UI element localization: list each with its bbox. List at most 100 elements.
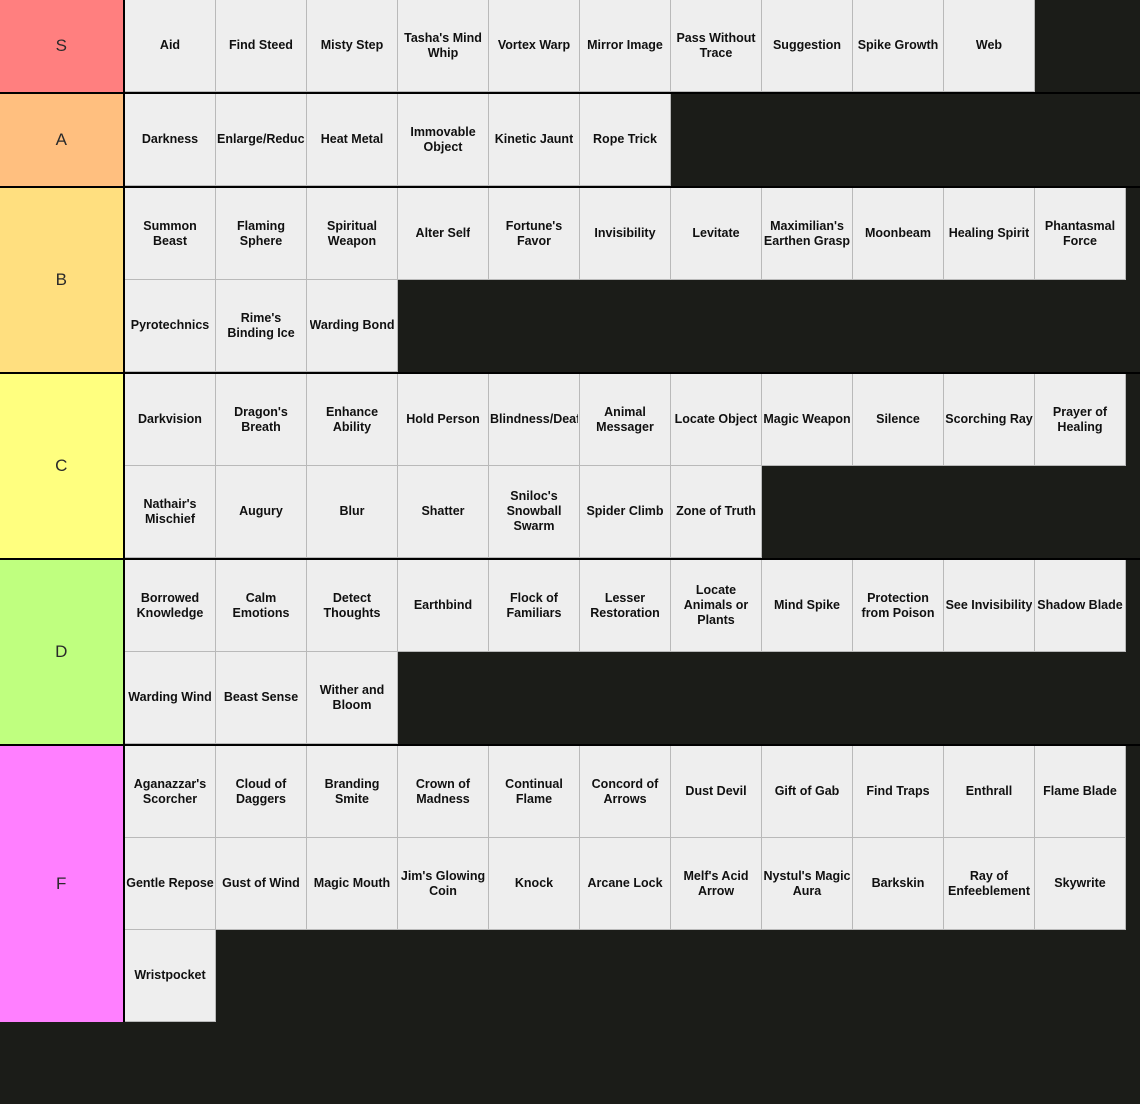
tier-item[interactable]: Rime's Binding Ice <box>216 280 307 372</box>
tier-item[interactable]: Rope Trick <box>580 94 671 186</box>
tier-item[interactable]: Silence <box>853 374 944 466</box>
tier-item[interactable]: Protection from Poison <box>853 560 944 652</box>
tier-item-label: Nathair's Mischief <box>143 496 197 526</box>
tier-item[interactable]: Misty Step <box>307 0 398 92</box>
tier-item[interactable]: Gift of Gab <box>762 746 853 838</box>
tier-item[interactable]: Summon Beast <box>125 188 216 280</box>
tier-item[interactable]: Immovable Object <box>398 94 489 186</box>
tier-item[interactable]: Healing Spirit <box>944 188 1035 280</box>
tier-item[interactable]: Darkness <box>125 94 216 186</box>
tier-item[interactable]: Magic Weapon <box>762 374 853 466</box>
tier-item[interactable]: Scorching Ray <box>944 374 1035 466</box>
tier-label-b[interactable]: B <box>0 188 125 372</box>
tier-item[interactable]: Kinetic Jaunt <box>489 94 580 186</box>
tier-item[interactable]: Knock <box>489 838 580 930</box>
tier-item[interactable]: Jim's Glowing Coin <box>398 838 489 930</box>
tier-item[interactable]: Warding Bond <box>307 280 398 372</box>
tier-item-label: Magic Weapon <box>763 412 851 427</box>
tier-item[interactable]: Augury <box>216 466 307 558</box>
tier-item[interactable]: Sniloc's Snowball Swarm <box>489 466 580 558</box>
tier-item[interactable]: See Invisibility <box>944 560 1035 652</box>
tier-item[interactable]: Beast Sense <box>216 652 307 744</box>
tier-item-label: Aganazzar's Scorcher <box>133 776 207 806</box>
tier-item[interactable]: Continual Flame <box>489 746 580 838</box>
tier-item[interactable]: Skywrite <box>1035 838 1126 930</box>
tier-label-d[interactable]: D <box>0 560 125 744</box>
tier-item[interactable]: Enlarge/Reduce <box>216 94 307 186</box>
tier-item[interactable]: Heat Metal <box>307 94 398 186</box>
tier-item[interactable]: Tasha's Mind Whip <box>398 0 489 92</box>
tier-item[interactable]: Pass Without Trace <box>671 0 762 92</box>
tier-item[interactable]: Darkvision <box>125 374 216 466</box>
tier-item[interactable]: Spike Growth <box>853 0 944 92</box>
tier-item[interactable]: Enthrall <box>944 746 1035 838</box>
tier-item[interactable]: Lesser Restoration <box>580 560 671 652</box>
tier-item[interactable]: Find Steed <box>216 0 307 92</box>
tier-item-label: Animal Messager <box>596 404 654 434</box>
tier-item[interactable]: Dust Devil <box>671 746 762 838</box>
tier-item[interactable]: Detect Thoughts <box>307 560 398 652</box>
tier-item[interactable]: Earthbind <box>398 560 489 652</box>
tier-item[interactable]: Calm Emotions <box>216 560 307 652</box>
tier-item[interactable]: Animal Messager <box>580 374 671 466</box>
tier-item[interactable]: Alter Self <box>398 188 489 280</box>
tier-item[interactable]: Concord of Arrows <box>580 746 671 838</box>
tier-item[interactable]: Hold Person <box>398 374 489 466</box>
tier-item[interactable]: Gentle Repose <box>125 838 216 930</box>
tier-item[interactable]: Cloud of Daggers <box>216 746 307 838</box>
tier-item[interactable]: Nystul's Magic Aura <box>762 838 853 930</box>
tier-item[interactable]: Aid <box>125 0 216 92</box>
tier-item[interactable]: Wither and Bloom <box>307 652 398 744</box>
tier-item[interactable]: Find Traps <box>853 746 944 838</box>
tier-item[interactable]: Gust of Wind <box>216 838 307 930</box>
tier-item[interactable]: Flame Blade <box>1035 746 1126 838</box>
tier-item[interactable]: Invisibility <box>580 188 671 280</box>
tier-item[interactable]: Locate Animals or Plants <box>671 560 762 652</box>
tier-item[interactable]: Pyrotechnics <box>125 280 216 372</box>
tier-item[interactable]: Levitate <box>671 188 762 280</box>
tier-label-s[interactable]: S <box>0 0 125 92</box>
tier-item[interactable]: Dragon's Breath <box>216 374 307 466</box>
tier-item[interactable]: Crown of Madness <box>398 746 489 838</box>
tier-item[interactable]: Phantasmal Force <box>1035 188 1126 280</box>
tier-item-label: Misty Step <box>320 38 384 53</box>
tier-item[interactable]: Arcane Lock <box>580 838 671 930</box>
tier-item[interactable]: Branding Smite <box>307 746 398 838</box>
tier-label-f[interactable]: F <box>0 746 125 1022</box>
tier-item[interactable]: Moonbeam <box>853 188 944 280</box>
tier-item[interactable]: Maximilian's Earthen Grasp <box>762 188 853 280</box>
tier-item[interactable]: Suggestion <box>762 0 853 92</box>
tier-item[interactable]: Zone of Truth <box>671 466 762 558</box>
tier-item-label: Dragon's Breath <box>234 404 288 434</box>
tier-item[interactable]: Shatter <box>398 466 489 558</box>
tier-item-label: Phantasmal Force <box>1044 218 1116 248</box>
tier-item[interactable]: Mirror Image <box>580 0 671 92</box>
tier-item-label: Gust of Wind <box>222 876 300 891</box>
tier-item[interactable]: Flaming Sphere <box>216 188 307 280</box>
tier-item[interactable]: Magic Mouth <box>307 838 398 930</box>
tier-item[interactable]: Web <box>944 0 1035 92</box>
tier-item[interactable]: Spider Climb <box>580 466 671 558</box>
tier-item[interactable]: Warding Wind <box>125 652 216 744</box>
tier-item[interactable]: Vortex Warp <box>489 0 580 92</box>
tier-label-c[interactable]: C <box>0 374 125 558</box>
tier-item[interactable]: Wristpocket <box>125 930 216 1022</box>
tier-item-label: Protection from Poison <box>861 590 935 620</box>
tier-item[interactable]: Blindness/Deafness <box>489 374 580 466</box>
tier-item[interactable]: Locate Object <box>671 374 762 466</box>
tier-item[interactable]: Nathair's Mischief <box>125 466 216 558</box>
tier-item[interactable]: Borrowed Knowledge <box>125 560 216 652</box>
tier-item[interactable]: Ray of Enfeeblement <box>944 838 1035 930</box>
tier-item[interactable]: Mind Spike <box>762 560 853 652</box>
tier-item[interactable]: Fortune's Favor <box>489 188 580 280</box>
tier-item[interactable]: Flock of Familiars <box>489 560 580 652</box>
tier-label-a[interactable]: A <box>0 94 125 186</box>
tier-item[interactable]: Shadow Blade <box>1035 560 1126 652</box>
tier-item[interactable]: Enhance Ability <box>307 374 398 466</box>
tier-item[interactable]: Melf's Acid Arrow <box>671 838 762 930</box>
tier-item[interactable]: Blur <box>307 466 398 558</box>
tier-item[interactable]: Prayer of Healing <box>1035 374 1126 466</box>
tier-item[interactable]: Aganazzar's Scorcher <box>125 746 216 838</box>
tier-item[interactable]: Barkskin <box>853 838 944 930</box>
tier-item[interactable]: Spiritual Weapon <box>307 188 398 280</box>
